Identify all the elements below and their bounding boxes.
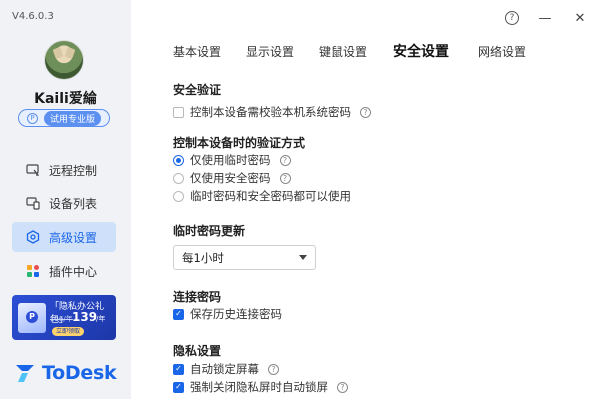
sidebar-item-label: 高级设置	[49, 230, 98, 245]
option-label: 临时密码和安全密码都可以使用	[190, 189, 351, 203]
main-panel: ? — ✕ 基本设置 显示设置 键鼠设置 安全设置 网络设置 安全验证 控制本设…	[131, 0, 600, 399]
radio-button[interactable]	[173, 172, 184, 184]
verify-method-title: 控制本设备时的验证方式	[173, 136, 306, 150]
option-save-history-password[interactable]: ✓ 保存历史连接密码	[173, 306, 282, 322]
option-label: 仅使用安全密码	[190, 171, 271, 185]
sidebar-item-label: 设备列表	[49, 196, 98, 211]
security-verify-title: 安全验证	[173, 83, 222, 97]
settings-tabs: 基本设置 显示设置 键鼠设置 安全设置 网络设置	[131, 43, 600, 61]
temp-password-interval-select[interactable]: 每1小时	[173, 245, 316, 270]
version-label: V4.6.0.3	[12, 11, 54, 22]
checkbox[interactable]: ✓	[173, 363, 184, 375]
sidebar-item-remote-control[interactable]: 远程控制	[12, 155, 116, 185]
edition-badge[interactable]: P 试用专业版	[18, 109, 110, 127]
tab-network-settings[interactable]: 网络设置	[478, 43, 526, 60]
radio-button[interactable]	[173, 154, 184, 166]
radio-both-passwords[interactable]: 临时密码和安全密码都可以使用	[173, 188, 351, 204]
option-label: 保存历史连接密码	[190, 307, 282, 321]
todesk-logo: ToDesk	[14, 362, 117, 384]
pro-icon: P	[26, 112, 38, 124]
sidebar: V4.6.0.3 Kaili爱綸 P 试用专业版 远程控制 设备列表 高级设置 …	[0, 0, 131, 399]
tab-basic-settings[interactable]: 基本设置	[173, 43, 221, 60]
help-icon[interactable]: ?	[337, 381, 348, 393]
close-icon: ✕	[574, 10, 586, 26]
plugin-center-icon	[26, 264, 40, 278]
connection-password-title: 连接密码	[173, 290, 222, 304]
remote-control-icon	[26, 163, 40, 177]
promo-price: 139	[72, 310, 98, 324]
close-button[interactable]: ✕	[571, 9, 589, 27]
promo-banner[interactable]: 「隐私办公礼包」 156/年 139 /年 立即领取	[12, 295, 116, 340]
promo-claim-button[interactable]: 立即领取	[52, 327, 85, 336]
temp-password-title: 临时密码更新	[173, 224, 246, 238]
gift-box-icon	[18, 303, 46, 333]
option-label: 强制关闭隐私屏时自动锁屏	[190, 380, 328, 394]
tab-security-settings[interactable]: 安全设置	[393, 41, 449, 61]
sidebar-item-advanced-settings[interactable]: 高级设置	[12, 222, 116, 252]
chevron-down-icon	[299, 255, 307, 260]
checkbox[interactable]: ✓	[173, 381, 184, 393]
advanced-settings-icon	[26, 230, 40, 244]
radio-temp-password-only[interactable]: 仅使用临时密码 ?	[173, 152, 291, 168]
radio-button[interactable]	[173, 190, 184, 202]
option-label: 控制本设备需校验本机系统密码	[190, 105, 351, 119]
tab-keyboard-mouse-settings[interactable]: 键鼠设置	[319, 43, 367, 60]
checkbox[interactable]: ✓	[173, 308, 184, 320]
help-button[interactable]: ?	[503, 9, 521, 27]
minimize-button[interactable]: —	[536, 9, 554, 27]
help-icon[interactable]: ?	[279, 154, 291, 166]
sidebar-item-label: 远程控制	[49, 163, 98, 178]
option-auto-lock-screen[interactable]: ✓ 自动锁定屏幕 ?	[173, 361, 279, 377]
logo-text: ToDesk	[42, 362, 117, 384]
sidebar-item-label: 插件中心	[49, 264, 98, 279]
tab-display-settings[interactable]: 显示设置	[246, 43, 294, 60]
option-lock-on-privacy-close[interactable]: ✓ 强制关闭隐私屏时自动锁屏 ?	[173, 379, 348, 395]
option-label: 仅使用临时密码	[190, 153, 271, 167]
help-icon[interactable]: ?	[360, 106, 371, 118]
promo-old-price: 156/年	[50, 315, 73, 323]
help-icon[interactable]: ?	[279, 172, 291, 184]
edition-label: 试用专业版	[43, 110, 101, 126]
sidebar-item-device-list[interactable]: 设备列表	[12, 188, 116, 218]
username: Kaili爱綸	[34, 91, 97, 107]
select-value: 每1小时	[182, 250, 224, 265]
checkbox[interactable]	[173, 106, 184, 118]
sidebar-item-plugin-center[interactable]: 插件中心	[12, 256, 116, 286]
minimize-icon: —	[538, 10, 552, 26]
radio-security-password-only[interactable]: 仅使用安全密码 ?	[173, 170, 291, 186]
option-label: 自动锁定屏幕	[190, 362, 259, 376]
option-verify-system-password[interactable]: 控制本设备需校验本机系统密码 ?	[173, 104, 371, 120]
avatar[interactable]	[44, 40, 84, 80]
help-icon[interactable]: ?	[268, 363, 279, 375]
device-list-icon	[26, 196, 40, 210]
help-icon: ?	[505, 11, 519, 25]
privacy-title: 隐私设置	[173, 344, 222, 358]
todesk-logo-icon	[14, 362, 38, 384]
promo-unit: /年	[96, 315, 106, 323]
